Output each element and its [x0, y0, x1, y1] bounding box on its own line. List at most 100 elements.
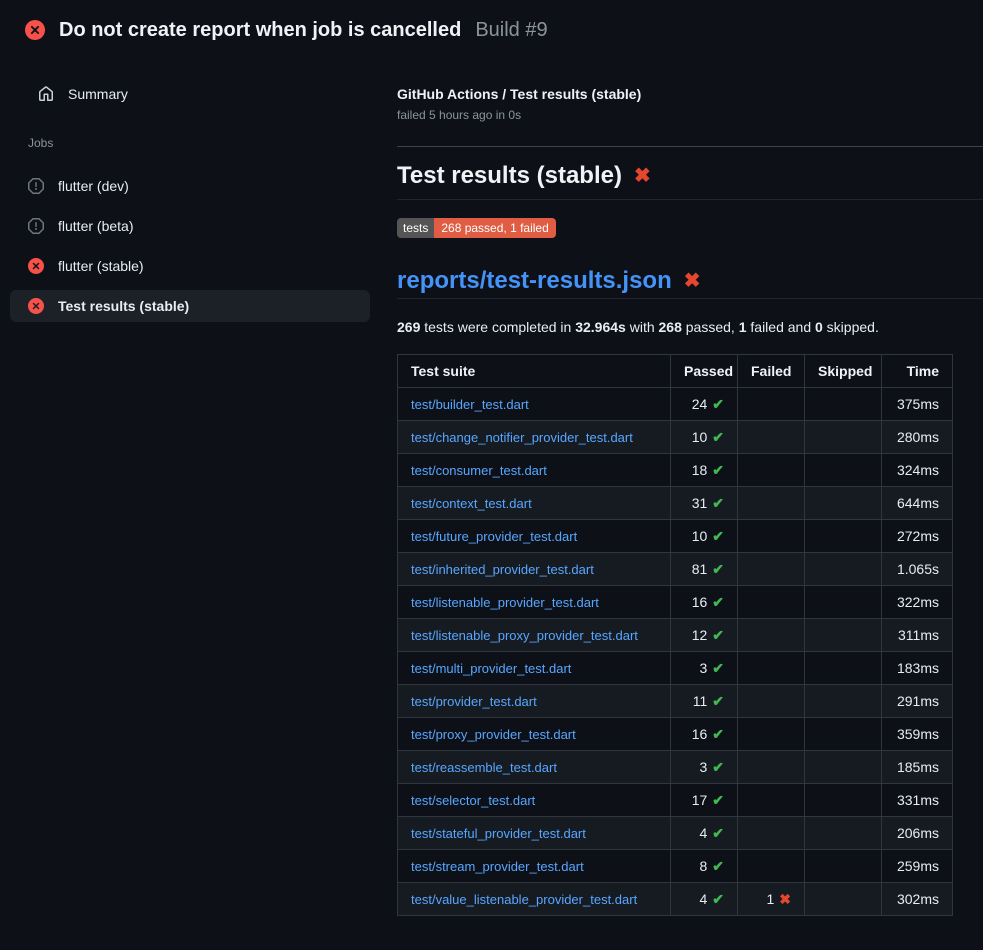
- table-row: test/selector_test.dart17✔331ms: [398, 784, 953, 817]
- passed-cell: 4✔: [671, 817, 738, 850]
- fail-x-icon: ✖: [779, 891, 791, 908]
- passed-cell: 31✔: [671, 487, 738, 520]
- test-suite-link[interactable]: test/inherited_provider_test.dart: [411, 562, 594, 577]
- sidebar-item-label: Summary: [68, 86, 128, 102]
- test-suite-link[interactable]: test/selector_test.dart: [411, 793, 535, 808]
- failed-cell: [738, 817, 805, 850]
- table-row: test/reassemble_test.dart3✔185ms: [398, 751, 953, 784]
- build-number: Build #9: [475, 19, 547, 42]
- test-suite-link[interactable]: test/reassemble_test.dart: [411, 760, 557, 775]
- test-suite-cell: test/context_test.dart: [398, 487, 671, 520]
- time-cell: 185ms: [882, 751, 953, 784]
- main-content: GitHub Actions / Test results (stable) f…: [397, 86, 983, 916]
- skipped-cell: [805, 685, 882, 718]
- sidebar-item-summary[interactable]: Summary: [10, 78, 370, 110]
- summary-text: tests were completed in: [420, 319, 575, 335]
- failed-cell: [738, 520, 805, 553]
- time-cell: 272ms: [882, 520, 953, 553]
- test-suite-cell: test/builder_test.dart: [398, 388, 671, 421]
- failed-cell: [738, 487, 805, 520]
- passed-value: 3: [699, 759, 707, 775]
- table-row: test/context_test.dart 31✔ 644ms: [398, 487, 953, 520]
- passed-cell: 12✔: [671, 619, 738, 652]
- home-icon: [38, 86, 54, 102]
- failed-count: 1: [739, 319, 747, 335]
- failed-cell: [738, 586, 805, 619]
- column-header-skipped: Skipped: [805, 355, 882, 388]
- test-suite-link[interactable]: test/stream_provider_test.dart: [411, 859, 584, 874]
- test-suite-cell: test/change_notifier_provider_test.dart: [398, 421, 671, 454]
- breadcrumb: GitHub Actions / Test results (stable): [397, 86, 983, 102]
- test-suite-cell: test/listenable_proxy_provider_test.dart: [398, 619, 671, 652]
- pass-check-icon: ✔: [712, 825, 724, 842]
- time-cell: 291ms: [882, 685, 953, 718]
- table-row: test/listenable_proxy_provider_test.dart…: [398, 619, 953, 652]
- cancelled-stop-icon: [28, 178, 44, 194]
- pass-check-icon: ✔: [712, 561, 724, 578]
- pass-check-icon: ✔: [712, 858, 724, 875]
- passed-value: 81: [692, 561, 708, 577]
- passed-cell: 18✔: [671, 454, 738, 487]
- section-heading-row: Test results (stable) ✖: [397, 162, 983, 200]
- test-suite-link[interactable]: test/future_provider_test.dart: [411, 529, 577, 544]
- skipped-cell: [805, 652, 882, 685]
- report-file-link[interactable]: reports/test-results.json: [397, 267, 672, 295]
- summary-text: skipped.: [823, 319, 879, 335]
- time-cell: 311ms: [882, 619, 953, 652]
- skipped-cell: [805, 718, 882, 751]
- table-row: test/stream_provider_test.dart8✔259ms: [398, 850, 953, 883]
- cancelled-stop-icon: [28, 218, 44, 234]
- build-header: Do not create report when job is cancell…: [25, 14, 983, 46]
- time-cell: 644ms: [882, 487, 953, 520]
- skipped-cell: [805, 850, 882, 883]
- sidebar-item-flutter-beta[interactable]: flutter (beta): [10, 210, 370, 242]
- sidebar-item-label: Test results (stable): [58, 298, 189, 314]
- test-suite-cell: test/inherited_provider_test.dart: [398, 553, 671, 586]
- results-table: Test suite Passed Failed Skipped Time te…: [397, 354, 953, 916]
- test-suite-link[interactable]: test/listenable_proxy_provider_test.dart: [411, 628, 638, 643]
- test-suite-link[interactable]: test/provider_test.dart: [411, 694, 537, 709]
- skipped-cell: [805, 817, 882, 850]
- failed-x-circle-icon: [28, 258, 44, 274]
- skipped-cell: [805, 421, 882, 454]
- pass-check-icon: ✔: [712, 594, 724, 611]
- skipped-cell: [805, 388, 882, 421]
- section-title: Test results (stable): [397, 162, 622, 190]
- test-suite-link[interactable]: test/multi_provider_test.dart: [411, 661, 571, 676]
- pass-check-icon: ✔: [712, 627, 724, 644]
- test-suite-link[interactable]: test/builder_test.dart: [411, 397, 529, 412]
- pass-check-icon: ✔: [712, 495, 724, 512]
- total-count: 269: [397, 319, 420, 335]
- passed-value: 31: [692, 495, 708, 511]
- passed-value: 4: [699, 825, 707, 841]
- sidebar-item-flutter-stable[interactable]: flutter (stable): [10, 250, 370, 282]
- test-suite-link[interactable]: test/proxy_provider_test.dart: [411, 727, 576, 742]
- passed-value: 10: [692, 528, 708, 544]
- sidebar-item-flutter-dev[interactable]: flutter (dev): [10, 170, 370, 202]
- column-header-failed: Failed: [738, 355, 805, 388]
- passed-value: 24: [692, 396, 708, 412]
- passed-value: 18: [692, 462, 708, 478]
- test-suite-link[interactable]: test/stateful_provider_test.dart: [411, 826, 586, 841]
- test-suite-link[interactable]: test/context_test.dart: [411, 496, 532, 511]
- time-cell: 183ms: [882, 652, 953, 685]
- test-suite-link[interactable]: test/consumer_test.dart: [411, 463, 547, 478]
- test-suite-cell: test/provider_test.dart: [398, 685, 671, 718]
- failed-cell: 1✖: [738, 883, 805, 916]
- test-suite-cell: test/value_listenable_provider_test.dart: [398, 883, 671, 916]
- table-row: test/value_listenable_provider_test.dart…: [398, 883, 953, 916]
- test-suite-cell: test/future_provider_test.dart: [398, 520, 671, 553]
- test-suite-link[interactable]: test/value_listenable_provider_test.dart: [411, 892, 637, 907]
- summary-text: with: [626, 319, 659, 335]
- time-cell: 259ms: [882, 850, 953, 883]
- test-suite-cell: test/reassemble_test.dart: [398, 751, 671, 784]
- test-suite-link[interactable]: test/change_notifier_provider_test.dart: [411, 430, 633, 445]
- build-title: Do not create report when job is cancell…: [59, 19, 461, 42]
- passed-cell: 24✔: [671, 388, 738, 421]
- skipped-cell: [805, 454, 882, 487]
- time-cell: 331ms: [882, 784, 953, 817]
- sidebar-item-test-results-stable[interactable]: Test results (stable): [10, 290, 370, 322]
- test-suite-link[interactable]: test/listenable_provider_test.dart: [411, 595, 599, 610]
- failed-cell: [738, 619, 805, 652]
- failed-cell: [738, 784, 805, 817]
